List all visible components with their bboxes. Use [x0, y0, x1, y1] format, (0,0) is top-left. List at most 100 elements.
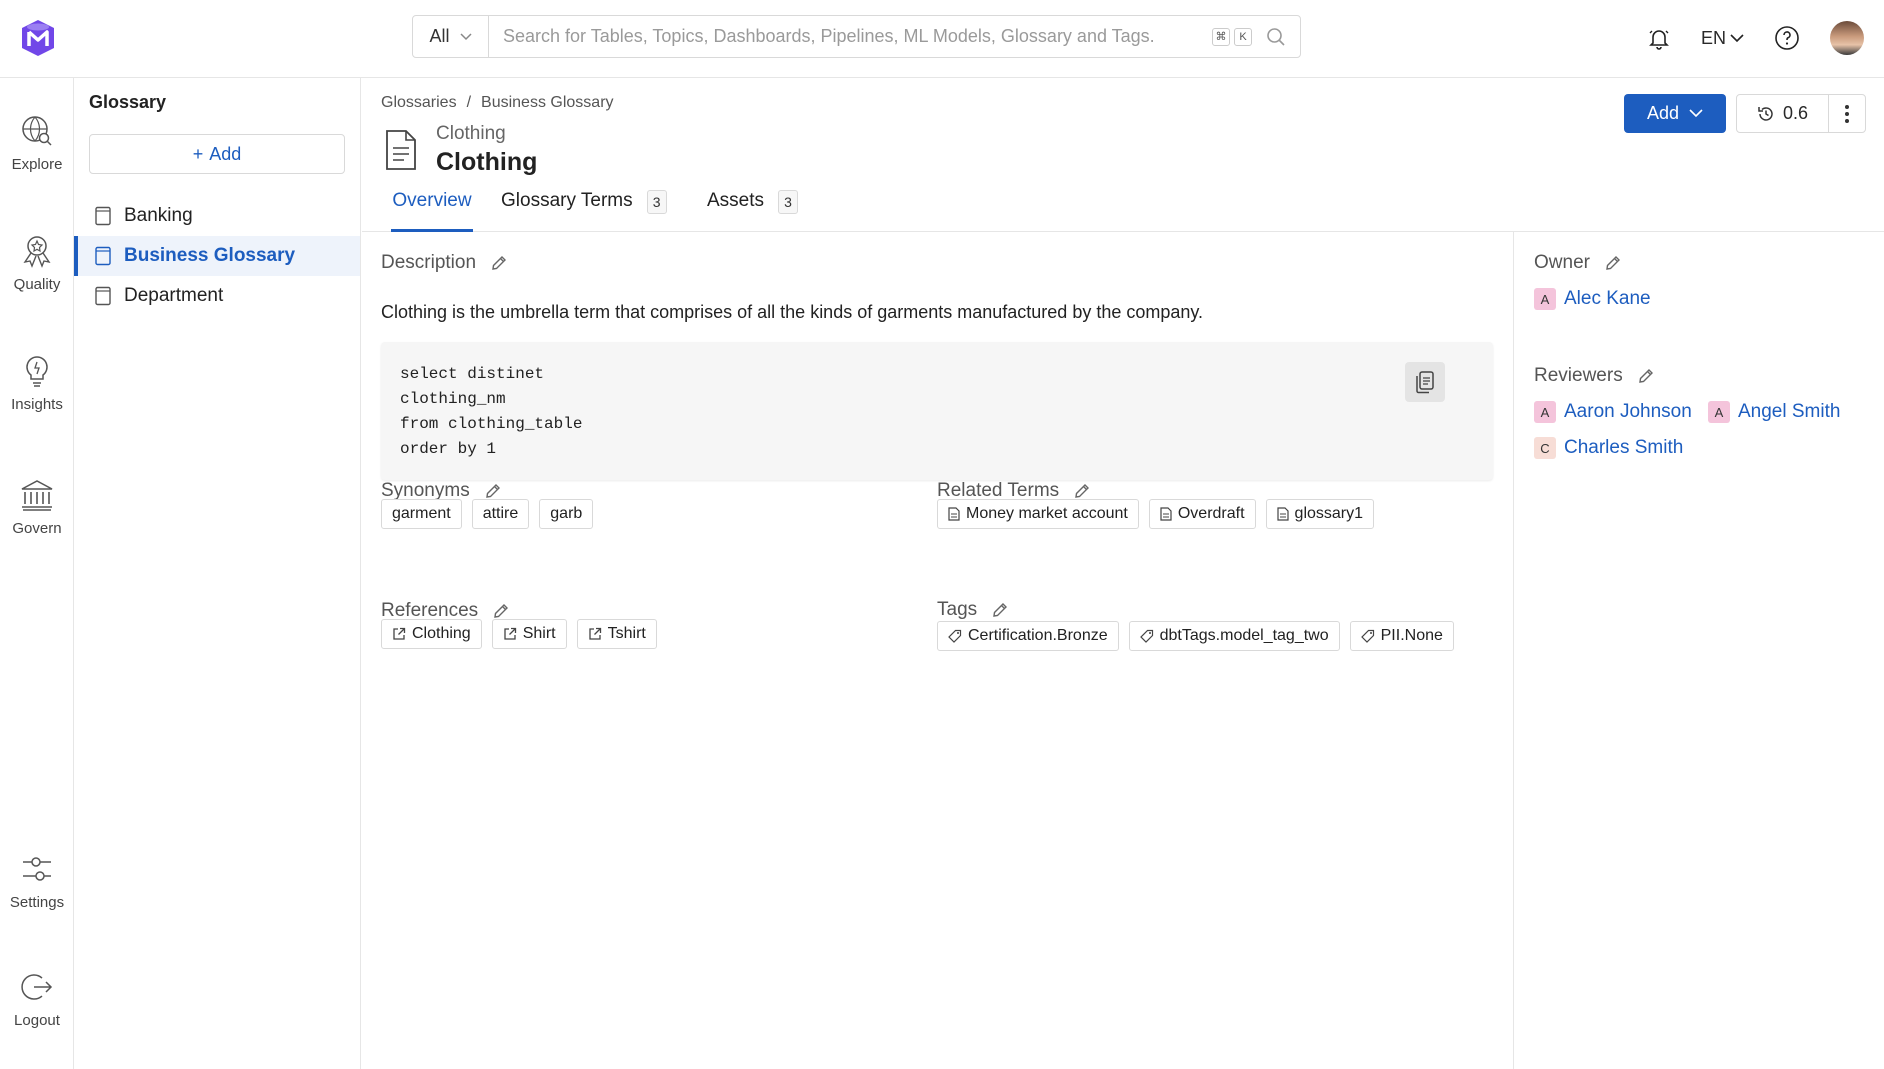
- reviewers-label: Reviewers: [1534, 365, 1623, 386]
- entity-subtitle: Clothing: [436, 123, 506, 144]
- lightbulb-icon: [26, 356, 48, 387]
- nav-govern-label: Govern: [12, 520, 62, 537]
- add-term-label: Add: [1646, 103, 1680, 123]
- reference-link[interactable]: Tshirt: [576, 619, 657, 649]
- glossary-book-icon: [95, 206, 111, 226]
- nav-quality[interactable]: Quality: [0, 234, 74, 293]
- nav-explore[interactable]: Explore: [0, 114, 74, 173]
- glossary-item-label: Banking: [124, 205, 193, 226]
- reviewer-name: Aaron Johnson: [1564, 401, 1692, 422]
- shortcut-cmd-key: ⌘: [1212, 27, 1230, 46]
- nav-insights[interactable]: Insights: [0, 354, 74, 413]
- reviewer-person[interactable]: A Angel Smith: [1708, 401, 1840, 423]
- reviewer-person[interactable]: C Charles Smith: [1534, 437, 1683, 459]
- version-label: 0.6: [1782, 103, 1809, 123]
- language-selector[interactable]: EN: [1701, 28, 1744, 49]
- tag-label: PII.None: [1380, 627, 1443, 644]
- glossary-item-label: Department: [124, 285, 224, 306]
- search-scope-dropdown[interactable]: All: [413, 16, 489, 57]
- glossary-book-icon: [95, 246, 111, 266]
- glossary-item-department[interactable]: Department: [74, 276, 360, 316]
- shortcut-k-key: K: [1234, 27, 1252, 46]
- more-options-button[interactable]: [1829, 95, 1865, 132]
- owner-label: Owner: [1534, 252, 1590, 273]
- tab-overview[interactable]: Overview: [391, 188, 473, 232]
- tab-count-badge: 3: [778, 190, 799, 214]
- bell-icon[interactable]: [1647, 26, 1671, 50]
- search-input[interactable]: [489, 26, 1212, 47]
- add-term-button[interactable]: Add: [1624, 94, 1726, 133]
- main-content: Glossaries / Business Glossary Clothing …: [362, 78, 1884, 1069]
- owner-header: Owner: [1534, 252, 1622, 274]
- owner-initial-badge: A: [1534, 288, 1556, 310]
- copy-code-button[interactable]: [1405, 362, 1445, 402]
- tab-label: Assets: [707, 190, 765, 211]
- explore-icon: [22, 116, 52, 146]
- edit-pencil-icon[interactable]: [490, 254, 508, 272]
- edit-pencil-icon[interactable]: [492, 602, 510, 620]
- search-icon[interactable]: [1266, 27, 1286, 47]
- reference-link[interactable]: Clothing: [381, 619, 482, 649]
- tag-chip[interactable]: dbtTags.model_tag_two: [1128, 621, 1340, 651]
- owner-name: Alec Kane: [1564, 288, 1651, 309]
- reviewer-initial-badge: A: [1534, 401, 1556, 423]
- edit-pencil-icon[interactable]: [1637, 367, 1655, 385]
- bank-icon: [21, 480, 53, 511]
- document-icon: [1160, 507, 1172, 521]
- reviewer-initial-badge: A: [1708, 401, 1730, 423]
- quality-icon: [23, 236, 51, 268]
- user-avatar[interactable]: [1830, 21, 1864, 55]
- description-header: Description: [381, 252, 508, 274]
- related-term-chip[interactable]: Overdraft: [1148, 499, 1256, 529]
- synonym-chip: attire: [471, 499, 530, 529]
- help-icon[interactable]: [1774, 25, 1800, 51]
- edit-pencil-icon[interactable]: [1073, 482, 1091, 500]
- reviewer-name: Charles Smith: [1564, 437, 1684, 458]
- version-button[interactable]: 0.6: [1737, 95, 1829, 132]
- add-glossary-button[interactable]: + Add: [89, 134, 345, 174]
- external-link-icon: [588, 627, 601, 640]
- related-term-chip[interactable]: glossary1: [1265, 499, 1375, 529]
- reference-label: Shirt: [522, 625, 556, 642]
- app-logo-icon[interactable]: [20, 18, 56, 58]
- glossary-item-business-glossary[interactable]: Business Glossary: [74, 236, 360, 276]
- copy-icon: [1416, 371, 1434, 394]
- breadcrumb-separator: /: [466, 94, 472, 111]
- document-icon: [1276, 507, 1289, 521]
- top-bar: All ⌘ K EN: [0, 0, 1884, 78]
- tag-chip[interactable]: PII.None: [1349, 621, 1454, 651]
- search-bar: All ⌘ K: [412, 15, 1301, 58]
- edit-pencil-icon[interactable]: [1604, 254, 1622, 272]
- nav-settings[interactable]: Settings: [0, 852, 74, 911]
- glossary-panel: Glossary + Add Banking Business Glossary…: [74, 78, 361, 1069]
- nav-logout[interactable]: Logout: [0, 970, 74, 1029]
- related-term-chip[interactable]: Money market account: [937, 499, 1139, 529]
- history-icon: [1758, 106, 1773, 121]
- breadcrumb-glossaries-link[interactable]: Glossaries: [381, 94, 457, 112]
- edit-pencil-icon[interactable]: [991, 601, 1009, 619]
- owner-person[interactable]: A Alec Kane: [1534, 288, 1651, 310]
- glossary-item-label: Business Glossary: [124, 245, 296, 266]
- settings-sliders-icon: [23, 857, 51, 881]
- reviewer-person[interactable]: A Aaron Johnson: [1534, 401, 1692, 423]
- tag-icon: [1139, 629, 1153, 643]
- tab-glossary-terms[interactable]: Glossary Terms 3: [501, 188, 667, 232]
- reviewers-header: Reviewers: [1534, 365, 1655, 387]
- document-icon: [948, 507, 960, 521]
- tag-chip[interactable]: Certification.Bronze: [937, 621, 1119, 651]
- header-actions: EN: [1647, 18, 1864, 58]
- reference-link[interactable]: Shirt: [491, 619, 567, 649]
- description-label: Description: [381, 252, 477, 273]
- glossary-item-banking[interactable]: Banking: [74, 196, 360, 236]
- tag-icon: [948, 629, 962, 643]
- nav-govern[interactable]: Govern: [0, 478, 74, 537]
- version-control: 0.6: [1736, 94, 1866, 133]
- nav-quality-label: Quality: [13, 276, 61, 293]
- tags-label: Tags: [937, 599, 978, 620]
- breadcrumb-business-glossary-link[interactable]: Business Glossary: [481, 94, 614, 112]
- nav-insights-label: Insights: [11, 396, 63, 413]
- reference-label: Tshirt: [607, 625, 646, 642]
- edit-pencil-icon[interactable]: [484, 482, 502, 500]
- tab-assets[interactable]: Assets 3: [707, 188, 799, 232]
- chevron-down-icon: [1730, 33, 1744, 42]
